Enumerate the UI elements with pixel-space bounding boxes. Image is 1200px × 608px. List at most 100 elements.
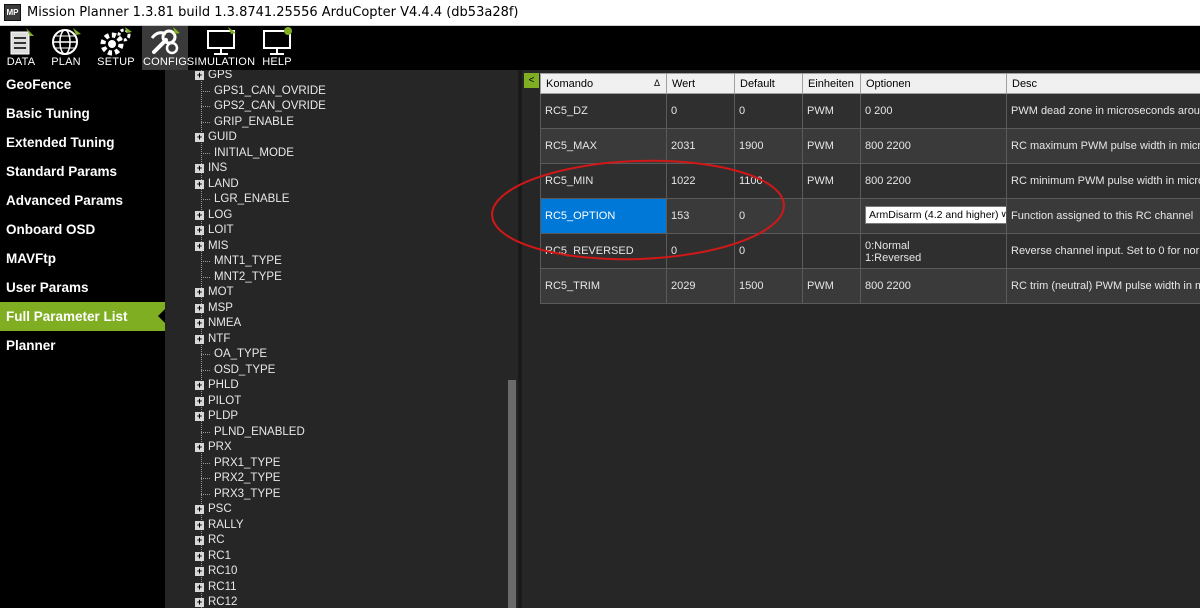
expand-plus-icon[interactable]: + — [195, 381, 204, 391]
tree-node[interactable]: + PSC — [195, 502, 232, 518]
tree-node[interactable]: + GUID — [195, 130, 237, 146]
expand-plus-icon[interactable]: + — [195, 412, 204, 422]
tree-branch-line — [201, 493, 210, 495]
column-header-einheiten[interactable]: Einheiten — [802, 73, 861, 94]
expand-plus-icon[interactable]: + — [195, 179, 204, 189]
tree-node[interactable]: + NMEA — [195, 316, 241, 332]
tree-node[interactable]: INITIAL_MODE — [195, 146, 294, 162]
toolbar-data-button[interactable]: DATA — [0, 26, 42, 70]
collapse-tree-button[interactable]: < — [524, 73, 539, 88]
cell-value[interactable]: 0 — [666, 93, 735, 129]
tree-node[interactable]: + MOT — [195, 285, 234, 301]
toolbar-simulation-button[interactable]: SIMULATION — [187, 26, 255, 70]
tree-node[interactable]: + RC10 — [195, 564, 237, 580]
tree-node-label: LGR_ENABLE — [214, 193, 290, 205]
tree-node[interactable]: OA_TYPE — [195, 347, 267, 363]
column-header-desc[interactable]: Desc — [1006, 73, 1200, 94]
tree-scrollbar-thumb[interactable] — [508, 380, 516, 608]
column-header-optionen[interactable]: Optionen — [860, 73, 1007, 94]
cell-desc: Function assigned to this RC channel — [1006, 198, 1200, 234]
expand-plus-icon[interactable]: + — [195, 551, 204, 561]
sidebar-item-onboard-osd[interactable]: Onboard OSD — [0, 215, 165, 244]
tree-node[interactable]: + RALLY — [195, 518, 244, 534]
tree-node[interactable]: + LOG — [195, 208, 232, 224]
tree-node[interactable]: + PHLD — [195, 378, 239, 394]
expand-plus-icon[interactable]: + — [195, 396, 204, 406]
options-dropdown[interactable]: ArmDisarm (4.2 and higher) ∨ — [865, 205, 1006, 224]
tree-node[interactable]: GRIP_ENABLE — [195, 115, 294, 131]
tree-node[interactable]: + RC12 — [195, 595, 237, 608]
tree-node[interactable]: + INS — [195, 161, 227, 177]
expand-plus-icon[interactable]: + — [195, 443, 204, 453]
tree-node[interactable]: + RC11 — [195, 580, 237, 596]
expand-plus-icon[interactable]: + — [195, 241, 204, 251]
simulation-monitor-icon — [207, 27, 236, 55]
expand-plus-icon[interactable]: + — [195, 288, 204, 298]
table-row[interactable]: RC5_TRIM 2029 1500 PWM 800 2200 RC trim … — [540, 268, 1200, 304]
expand-plus-icon[interactable]: + — [195, 303, 204, 313]
tree-node[interactable]: + PILOT — [195, 394, 241, 410]
tree-node[interactable]: + NTF — [195, 332, 230, 348]
cell-value[interactable]: 2029 — [666, 268, 735, 304]
sidebar-item-geofence[interactable]: GeoFence — [0, 70, 165, 99]
tree-node[interactable]: PLND_ENABLED — [195, 425, 305, 441]
expand-plus-icon[interactable]: + — [195, 520, 204, 530]
tree-node-label: PRX3_TYPE — [214, 487, 281, 500]
expand-plus-icon[interactable]: + — [195, 598, 204, 608]
sidebar-item-extended-tuning[interactable]: Extended Tuning — [0, 128, 165, 157]
tree-node[interactable]: + PRX — [195, 440, 232, 456]
tree-node[interactable]: LGR_ENABLE — [195, 192, 289, 208]
tree-node[interactable]: GPS2_CAN_OVRIDE — [195, 99, 326, 115]
column-header-label: Komando — [546, 77, 594, 90]
table-row[interactable]: RC5_DZ 0 0 PWM 0 200 PWM dead zone in mi… — [540, 93, 1200, 129]
tree-node[interactable]: + MIS — [195, 239, 228, 255]
tree-node[interactable]: + GPS — [195, 70, 232, 84]
toolbar-setup-button[interactable]: SETUP — [90, 26, 142, 70]
tree-scrollbar[interactable] — [506, 70, 518, 608]
tree-branch-line — [201, 199, 210, 201]
column-header-komando[interactable]: Komando Δ — [540, 73, 667, 94]
expand-plus-icon[interactable]: + — [195, 334, 204, 344]
expand-plus-icon[interactable]: + — [195, 210, 204, 220]
tree-node[interactable]: + PLDP — [195, 409, 238, 425]
column-header-wert[interactable]: Wert — [666, 73, 735, 94]
cell-options: 800 2200 — [860, 128, 1007, 164]
expand-plus-icon[interactable]: + — [195, 567, 204, 577]
sidebar-item-planner[interactable]: Planner — [0, 331, 165, 360]
toolbar-plan-button[interactable]: PLAN — [42, 26, 90, 70]
tree-node[interactable]: PRX2_TYPE — [195, 471, 280, 487]
expand-plus-icon[interactable]: + — [195, 133, 204, 143]
column-header-default[interactable]: Default — [734, 73, 803, 94]
tree-node[interactable]: MNT2_TYPE — [195, 270, 282, 286]
expand-plus-icon[interactable]: + — [195, 71, 204, 81]
tree-node[interactable]: + MSP — [195, 301, 233, 317]
expand-plus-icon[interactable]: + — [195, 164, 204, 174]
sidebar-item-basic-tuning[interactable]: Basic Tuning — [0, 99, 165, 128]
sidebar-item-advanced-params[interactable]: Advanced Params — [0, 186, 165, 215]
tree-node[interactable]: OSD_TYPE — [195, 363, 275, 379]
tree-node-label: MOT — [208, 286, 234, 298]
expand-plus-icon[interactable]: + — [195, 536, 204, 546]
expand-plus-icon[interactable]: + — [195, 582, 204, 592]
tree-node[interactable]: + RC — [195, 533, 225, 549]
tree-branch-line — [201, 431, 210, 433]
parameter-tree: + GPS GPS1_CAN_OVRIDE GPS2_CAN_OVRIDE GRIP_E… — [165, 70, 518, 608]
sidebar-item-user-params[interactable]: User Params — [0, 273, 165, 302]
expand-plus-icon[interactable]: + — [195, 505, 204, 515]
expand-plus-icon[interactable]: + — [195, 226, 204, 236]
cell-units — [802, 198, 861, 234]
tree-node[interactable]: PRX1_TYPE — [195, 456, 280, 472]
sidebar-item-mavftp[interactable]: MAVFtp — [0, 244, 165, 273]
toolbar-config-button[interactable]: CONFIG — [142, 26, 188, 70]
sidebar-item-standard-params[interactable]: Standard Params — [0, 157, 165, 186]
toolbar-help-button[interactable]: HELP — [254, 26, 300, 70]
grid-header-row: Komando Δ Wert Default Einheiten Optionen… — [540, 73, 1200, 94]
tree-node[interactable]: GPS1_CAN_OVRIDE — [195, 84, 326, 100]
tree-node[interactable]: + RC1 — [195, 549, 231, 565]
expand-plus-icon[interactable]: + — [195, 319, 204, 329]
tree-node[interactable]: MNT1_TYPE — [195, 254, 282, 270]
sidebar-item-full-parameter-list[interactable]: Full Parameter List — [0, 302, 165, 331]
tree-node[interactable]: PRX3_TYPE — [195, 487, 280, 503]
tree-node[interactable]: + LAND — [195, 177, 239, 193]
tree-node[interactable]: + LOIT — [195, 223, 234, 239]
